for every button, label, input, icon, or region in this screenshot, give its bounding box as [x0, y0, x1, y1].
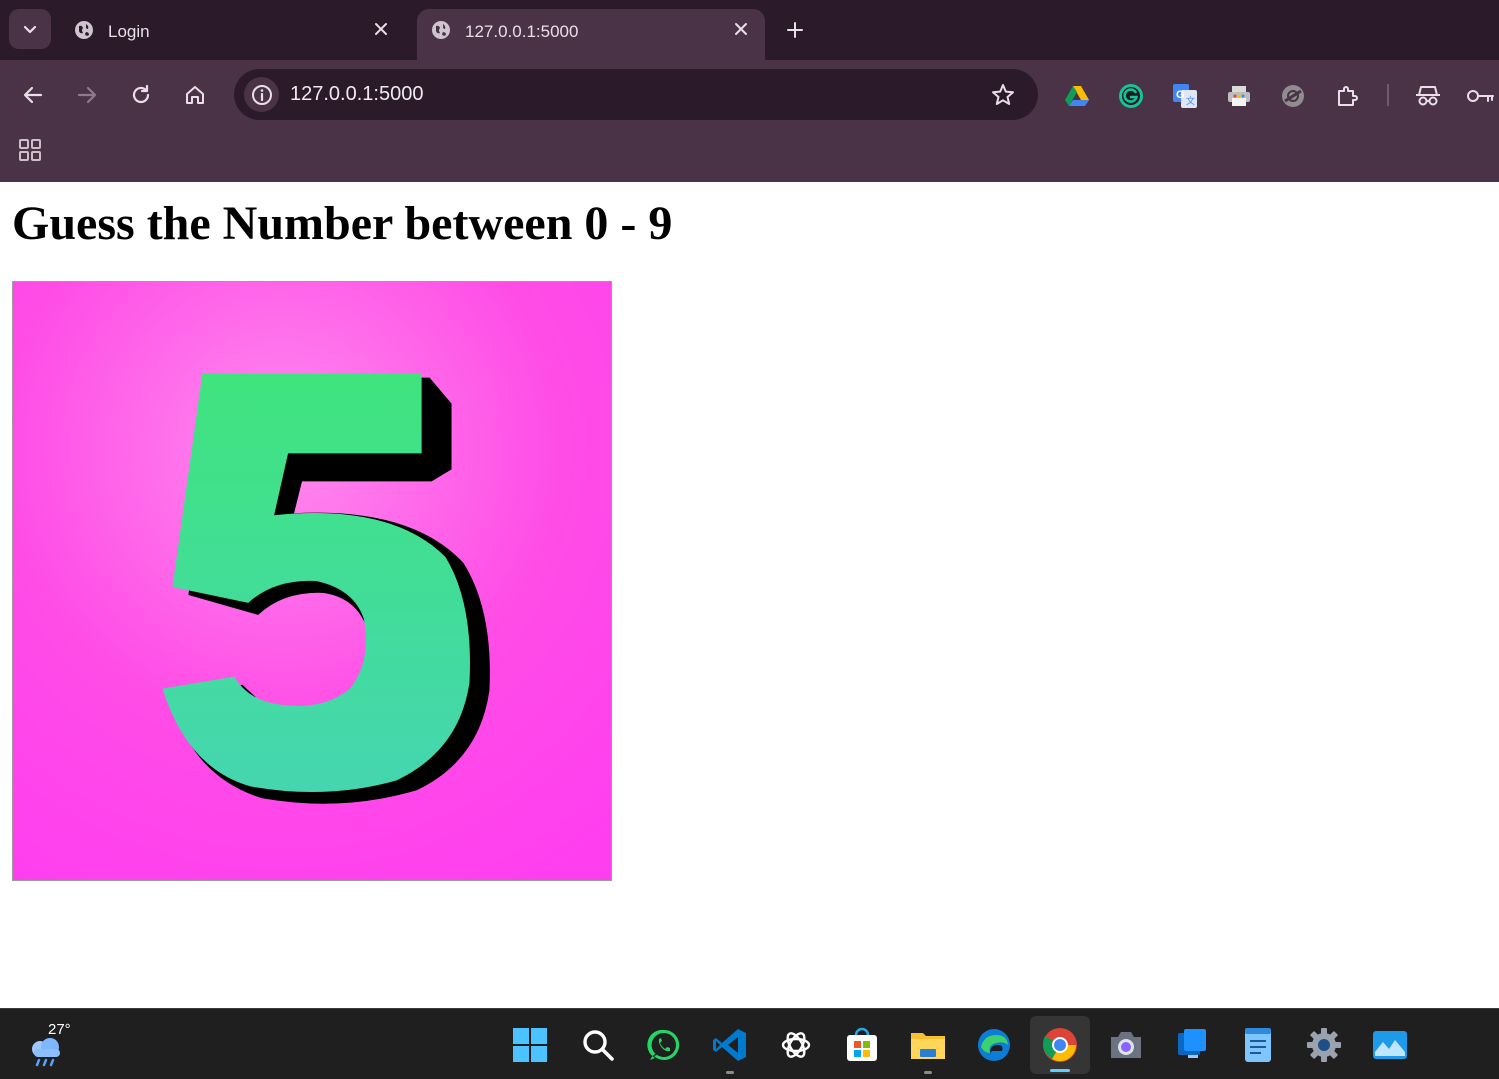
photos-icon[interactable]	[1370, 1025, 1410, 1065]
edge-icon[interactable]	[974, 1025, 1014, 1065]
weather-widget[interactable]: 27°	[26, 1021, 78, 1067]
printer-icon[interactable]	[1225, 82, 1253, 110]
running-indicator	[726, 1071, 734, 1074]
blocked-extension-icon[interactable]	[1279, 82, 1307, 110]
tab-strip: Login 127.0.0.1:5000	[0, 0, 1499, 60]
chevron-down-icon	[23, 25, 37, 34]
whatsapp-icon[interactable]	[644, 1025, 684, 1065]
grammarly-icon[interactable]	[1117, 82, 1145, 110]
globe-icon	[432, 21, 450, 39]
active-indicator	[1050, 1069, 1070, 1072]
apps-grid-button[interactable]	[18, 138, 42, 162]
apps-grid-icon	[19, 139, 41, 161]
tab-search-button[interactable]	[9, 9, 51, 49]
home-button[interactable]	[180, 80, 210, 110]
vscode-icon[interactable]	[710, 1025, 750, 1065]
arrow-right-icon	[77, 86, 97, 104]
chrome-icon[interactable]	[1030, 1016, 1090, 1074]
settings-icon[interactable]	[1304, 1025, 1344, 1065]
toolbar-divider	[1387, 84, 1389, 106]
incognito-icon[interactable]	[1414, 82, 1442, 110]
plus-icon	[787, 22, 803, 38]
info-icon	[251, 84, 272, 105]
svg-text:文: 文	[1186, 95, 1195, 106]
tab-title: 127.0.0.1:5000	[465, 22, 579, 41]
extensions-puzzle-icon[interactable]	[1333, 82, 1361, 110]
address-bar[interactable]: 127.0.0.1:5000	[234, 69, 1038, 120]
svg-text:G: G	[1176, 89, 1185, 101]
microsoft-store-icon[interactable]	[842, 1025, 882, 1065]
file-explorer-icon[interactable]	[908, 1025, 948, 1065]
new-tab-button[interactable]	[781, 16, 809, 44]
browser-toolbar: 127.0.0.1:5000 G文	[0, 60, 1499, 182]
home-icon	[186, 86, 204, 104]
search-icon[interactable]	[578, 1025, 618, 1065]
windows-app-icon[interactable]	[1172, 1025, 1212, 1065]
notepad-icon[interactable]	[1238, 1025, 1278, 1065]
page-content: Guess the Number between 0 - 9	[0, 182, 1499, 1008]
number-image	[12, 281, 612, 881]
page-heading: Guess the Number between 0 - 9	[12, 197, 673, 250]
site-info-button[interactable]	[244, 77, 279, 112]
running-indicator	[924, 1071, 932, 1074]
back-button[interactable]	[18, 80, 48, 110]
reload-button[interactable]	[126, 80, 156, 110]
close-icon[interactable]	[731, 19, 751, 39]
reload-icon	[132, 84, 150, 104]
close-icon[interactable]	[371, 19, 391, 39]
password-key-icon[interactable]	[1466, 82, 1494, 110]
camera-icon[interactable]	[1106, 1025, 1146, 1065]
arrow-left-icon	[23, 86, 43, 104]
tab-title: Login	[108, 22, 150, 41]
bookmark-star-icon[interactable]	[990, 82, 1016, 108]
forward-button[interactable]	[72, 80, 102, 110]
google-translate-icon[interactable]: G文	[1171, 82, 1199, 110]
weather-temperature: 27°	[48, 1021, 71, 1038]
globe-icon	[75, 21, 93, 39]
google-drive-icon[interactable]	[1063, 82, 1091, 110]
tab-login[interactable]: Login	[60, 9, 405, 60]
windows-start-icon[interactable]	[510, 1025, 550, 1065]
windows-taskbar: 27°	[0, 1008, 1499, 1079]
url-text[interactable]: 127.0.0.1:5000	[290, 83, 423, 106]
tab-localhost[interactable]: 127.0.0.1:5000	[417, 9, 765, 60]
chatgpt-icon[interactable]	[776, 1025, 816, 1065]
